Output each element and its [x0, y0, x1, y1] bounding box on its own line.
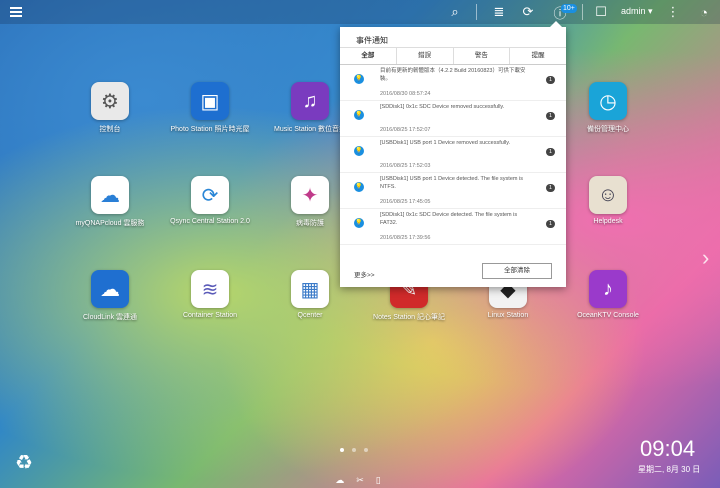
notification-count: 1 — [546, 220, 556, 228]
more-icon[interactable]: ⋮ — [666, 0, 680, 24]
app-label: Photo Station 照片時光屋 — [170, 126, 250, 133]
app-icon[interactable]: ♫ — [291, 82, 329, 120]
notification-message: [SDDisk1] 0x1c SDC Device detected. The … — [380, 212, 518, 226]
lightbulb-icon: 💡 — [354, 218, 364, 228]
tools-icon[interactable]: ✂ — [356, 475, 364, 486]
notification-time: 2016/08/25 17:52:03 — [380, 163, 431, 169]
app-label: 控制台 — [99, 126, 121, 133]
bottom-toolbar: ☁ ✂ ▯ — [330, 472, 386, 488]
user-icon[interactable]: ☐ — [592, 0, 610, 24]
panel-tabs: 全部 錯誤 警告 提醒 — [340, 47, 566, 65]
clock: 09:04 — [640, 436, 696, 461]
notification-entry[interactable]: 💡 目前有更新的韌體版本（4.2.2 Build 20160823）可供下載安裝。… — [340, 65, 566, 101]
admin-menu[interactable]: admin ▾ — [621, 6, 653, 17]
app-label: CloudLink 雲連通 — [82, 314, 138, 321]
notification-time: 2016/08/30 08:57:24 — [380, 91, 431, 97]
book-icon[interactable]: ▯ — [376, 475, 381, 486]
clear-all-button[interactable]: 全部清除 — [482, 263, 552, 279]
app-label: OceanKTV Console — [577, 312, 639, 319]
notification-entry[interactable]: 💡 [SDDisk1] 0x1c SDC Device removed succe… — [340, 101, 566, 137]
notification-message: [USBDisk1] USB port 1 Device removed suc… — [380, 140, 511, 146]
notification-count: 1 — [546, 148, 556, 156]
desktop-app[interactable]: ⟳ Qsync Central Station 2.0 — [160, 176, 260, 225]
tab-info[interactable]: 提醒 — [510, 48, 566, 64]
cloud-icon[interactable]: ☁ — [335, 475, 344, 486]
app-label: Linux Station — [487, 312, 529, 319]
lightbulb-icon: 💡 — [354, 74, 364, 84]
app-label: 備份管理中心 — [587, 126, 629, 133]
lightbulb-icon: 💡 — [354, 182, 364, 192]
notification-entry[interactable]: 💡 [USBDisk1] USB port 1 Device detected. … — [340, 173, 566, 209]
panel-footer: 更多>> 全部清除 — [340, 261, 566, 287]
app-icon[interactable]: ⚙ — [91, 82, 129, 120]
page-dots — [340, 448, 368, 452]
app-icon[interactable]: ▣ — [191, 82, 229, 120]
desktop-app[interactable]: ☁ CloudLink 雲連通 — [60, 270, 160, 322]
sync-icon[interactable]: ⟳ — [519, 0, 537, 24]
notification-message: [USBDisk1] USB port 1 Device detected. T… — [380, 176, 523, 190]
app-icon[interactable]: ♪ — [589, 270, 627, 308]
notification-panel: 事件通知 全部 錯誤 警告 提醒 💡 目前有更新的韌體版本（4.2.2 Build… — [340, 21, 566, 287]
page-dot[interactable] — [352, 448, 356, 452]
notification-message: [SDDisk1] 0x1c SDC Device removed succes… — [380, 104, 505, 110]
app-label: Container Station — [182, 312, 238, 319]
notification-entry[interactable]: 💡 [USBDisk1] USB port 1 Device removed su… — [340, 137, 566, 173]
tab-all[interactable]: 全部 — [340, 48, 397, 64]
app-icon[interactable]: ◷ — [589, 82, 627, 120]
menu-icon[interactable] — [6, 0, 26, 24]
app-label: Helpdesk — [593, 218, 623, 225]
divider — [476, 4, 477, 20]
app-icon[interactable]: ≋ — [191, 270, 229, 308]
notification-badge: 10+ — [561, 4, 577, 13]
tasks-icon[interactable]: ≣ — [490, 0, 508, 24]
date: 星期二, 8月 30 日 — [638, 465, 701, 474]
app-icon[interactable]: ☺ — [589, 176, 627, 214]
notification-time: 2016/08/25 17:52:07 — [380, 127, 431, 133]
top-bar — [0, 0, 720, 24]
app-icon[interactable]: ✦ — [291, 176, 329, 214]
panel-caret — [550, 21, 562, 27]
divider — [582, 4, 583, 20]
notification-time: 2016/08/25 17:45:05 — [380, 199, 431, 205]
app-label: Qcenter — [297, 312, 323, 319]
desktop-app[interactable]: ▣ Photo Station 照片時光屋 — [160, 82, 260, 134]
desktop-app[interactable]: ≋ Container Station — [160, 270, 260, 319]
notification-entry[interactable]: 💡 [SDDisk1] 0x1c SDC Device detected. The… — [340, 209, 566, 245]
notification-count: 1 — [546, 112, 556, 120]
app-icon[interactable]: ☁ — [91, 270, 129, 308]
notification-count: 1 — [546, 184, 556, 192]
search-icon[interactable]: ⌕ — [446, 0, 464, 24]
notification-message: 目前有更新的韌體版本（4.2.2 Build 20160823）可供下載安裝。 — [380, 68, 526, 82]
lightbulb-icon: 💡 — [354, 146, 364, 156]
app-icon[interactable]: ⟳ — [191, 176, 229, 214]
panel-title: 事件通知 — [356, 36, 388, 45]
dashboard-icon[interactable]: ◔ — [694, 0, 714, 24]
recycle-bin-icon[interactable]: ♻ — [11, 450, 37, 478]
tab-warning[interactable]: 警告 — [454, 48, 511, 64]
chevron-right-icon[interactable]: › — [702, 245, 709, 271]
desktop-app[interactable]: ☁ myQNAPcloud 雲服務 — [60, 176, 160, 228]
desktop-app[interactable]: ♪ OceanKTV Console — [558, 270, 658, 319]
app-label: Notes Station 記心筆記 — [373, 314, 445, 321]
page-dot[interactable] — [364, 448, 368, 452]
desktop-app[interactable]: ☺ Helpdesk — [558, 176, 658, 225]
desktop-app[interactable]: ◷ 備份管理中心 — [558, 82, 658, 134]
notification-time: 2016/08/25 17:39:56 — [380, 235, 431, 241]
app-label: Qsync Central Station 2.0 — [170, 218, 250, 225]
app-icon[interactable]: ☁ — [91, 176, 129, 214]
notification-list: 💡 目前有更新的韌體版本（4.2.2 Build 20160823）可供下載安裝。… — [340, 65, 566, 245]
app-label: myQNAPcloud 雲服務 — [75, 220, 145, 227]
desktop-app[interactable]: ⚙ 控制台 — [60, 82, 160, 134]
more-link[interactable]: 更多>> — [354, 269, 375, 279]
tab-error[interactable]: 錯誤 — [397, 48, 454, 64]
app-icon[interactable]: ▦ — [291, 270, 329, 308]
lightbulb-icon: 💡 — [354, 110, 364, 120]
page-dot[interactable] — [340, 448, 344, 452]
notification-count: 1 — [546, 76, 556, 84]
